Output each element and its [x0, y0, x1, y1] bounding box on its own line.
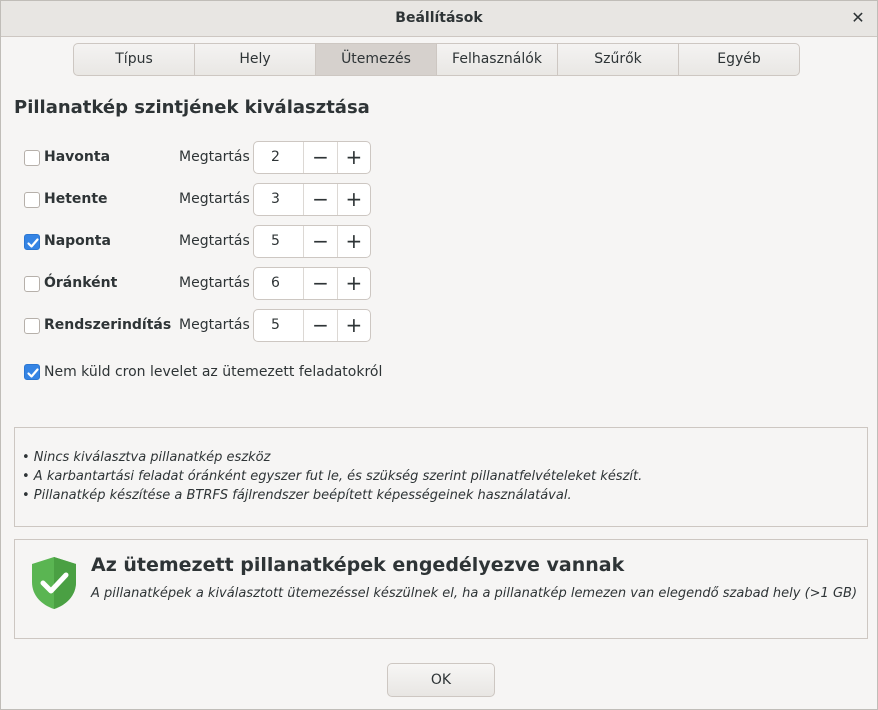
boot-checkbox[interactable] — [24, 318, 40, 334]
level-row-daily: Naponta Megtartás 5 − + — [24, 225, 424, 259]
hourly-keep-input[interactable]: 6 — [254, 268, 303, 299]
info-line: • Nincs kiválasztva pillanatkép eszköz — [22, 450, 271, 465]
minus-icon[interactable]: − — [303, 226, 336, 257]
minus-icon[interactable]: − — [303, 184, 336, 215]
hourly-keep-stepper: 6 − + — [253, 267, 371, 300]
monthly-label: Havonta — [44, 149, 111, 165]
minus-icon[interactable]: − — [303, 142, 336, 173]
weekly-checkbox[interactable] — [24, 192, 40, 208]
tab-users[interactable]: Felhasználók — [437, 44, 558, 75]
weekly-keep-input[interactable]: 3 — [254, 184, 303, 215]
cron-label: Nem küld cron levelet az ütemezett felad… — [44, 364, 383, 380]
info-line: • Pillanatkép készítése a BTRFS fájlrend… — [22, 488, 572, 503]
tab-bar: Típus Hely Ütemezés Felhasználók Szűrők … — [73, 43, 800, 76]
plus-icon[interactable]: + — [336, 226, 370, 257]
daily-label: Naponta — [44, 233, 111, 249]
daily-keep-stepper: 5 − + — [253, 225, 371, 258]
plus-icon[interactable]: + — [336, 184, 370, 215]
weekly-keep-stepper: 3 − + — [253, 183, 371, 216]
daily-keep-input[interactable]: 5 — [254, 226, 303, 257]
minus-icon[interactable]: − — [303, 268, 336, 299]
hourly-checkbox[interactable] — [24, 276, 40, 292]
level-row-weekly: Hetente Megtartás 3 − + — [24, 183, 424, 217]
daily-checkbox[interactable] — [24, 234, 40, 250]
boot-keep-stepper: 5 − + — [253, 309, 371, 342]
tab-filters[interactable]: Szűrők — [558, 44, 679, 75]
status-box: Az ütemezett pillanatképek engedélyezve … — [14, 539, 868, 639]
boot-keep-input[interactable]: 5 — [254, 310, 303, 341]
plus-icon[interactable]: + — [336, 268, 370, 299]
info-box: • Nincs kiválasztva pillanatkép eszköz •… — [14, 427, 868, 527]
section-title: Pillanatkép szintjének kiválasztása — [14, 97, 370, 118]
tab-schedule[interactable]: Ütemezés — [316, 44, 437, 75]
keep-label: Megtartás — [179, 191, 250, 207]
monthly-keep-stepper: 2 − + — [253, 141, 371, 174]
tab-type[interactable]: Típus — [74, 44, 195, 75]
monthly-keep-input[interactable]: 2 — [254, 142, 303, 173]
title-bar: Beállítások ✕ — [1, 1, 877, 37]
keep-label: Megtartás — [179, 149, 250, 165]
close-icon[interactable]: ✕ — [847, 7, 869, 29]
checkmark-icon — [27, 238, 39, 248]
status-title: Az ütemezett pillanatképek engedélyezve … — [91, 554, 625, 576]
info-line: • A karbantartási feladat óránként egysz… — [22, 469, 643, 484]
level-row-boot: Rendszerindítás Megtartás 5 − + — [24, 309, 424, 343]
weekly-label: Hetente — [44, 191, 108, 207]
level-row-monthly: Havonta Megtartás 2 − + — [24, 141, 424, 175]
hourly-label: Óránként — [44, 275, 118, 291]
monthly-checkbox[interactable] — [24, 150, 40, 166]
plus-icon[interactable]: + — [336, 310, 370, 341]
cron-checkbox[interactable] — [24, 364, 40, 380]
keep-label: Megtartás — [179, 275, 250, 291]
tab-location[interactable]: Hely — [195, 44, 316, 75]
shield-check-icon — [32, 557, 76, 609]
minus-icon[interactable]: − — [303, 310, 336, 341]
keep-label: Megtartás — [179, 233, 250, 249]
settings-window: Beállítások ✕ Típus Hely Ütemezés Felhas… — [0, 0, 878, 710]
plus-icon[interactable]: + — [336, 142, 370, 173]
tab-misc[interactable]: Egyéb — [679, 44, 799, 75]
boot-label: Rendszerindítás — [44, 317, 172, 333]
level-row-hourly: Óránként Megtartás 6 − + — [24, 267, 424, 301]
window-title: Beállítások — [395, 10, 483, 26]
keep-label: Megtartás — [179, 317, 250, 333]
checkmark-icon — [27, 368, 39, 378]
ok-button[interactable]: OK — [387, 663, 495, 697]
cron-row: Nem küld cron levelet az ütemezett felad… — [24, 363, 524, 383]
status-subtitle: A pillanatképek a kiválasztott ütemezéss… — [91, 586, 858, 601]
